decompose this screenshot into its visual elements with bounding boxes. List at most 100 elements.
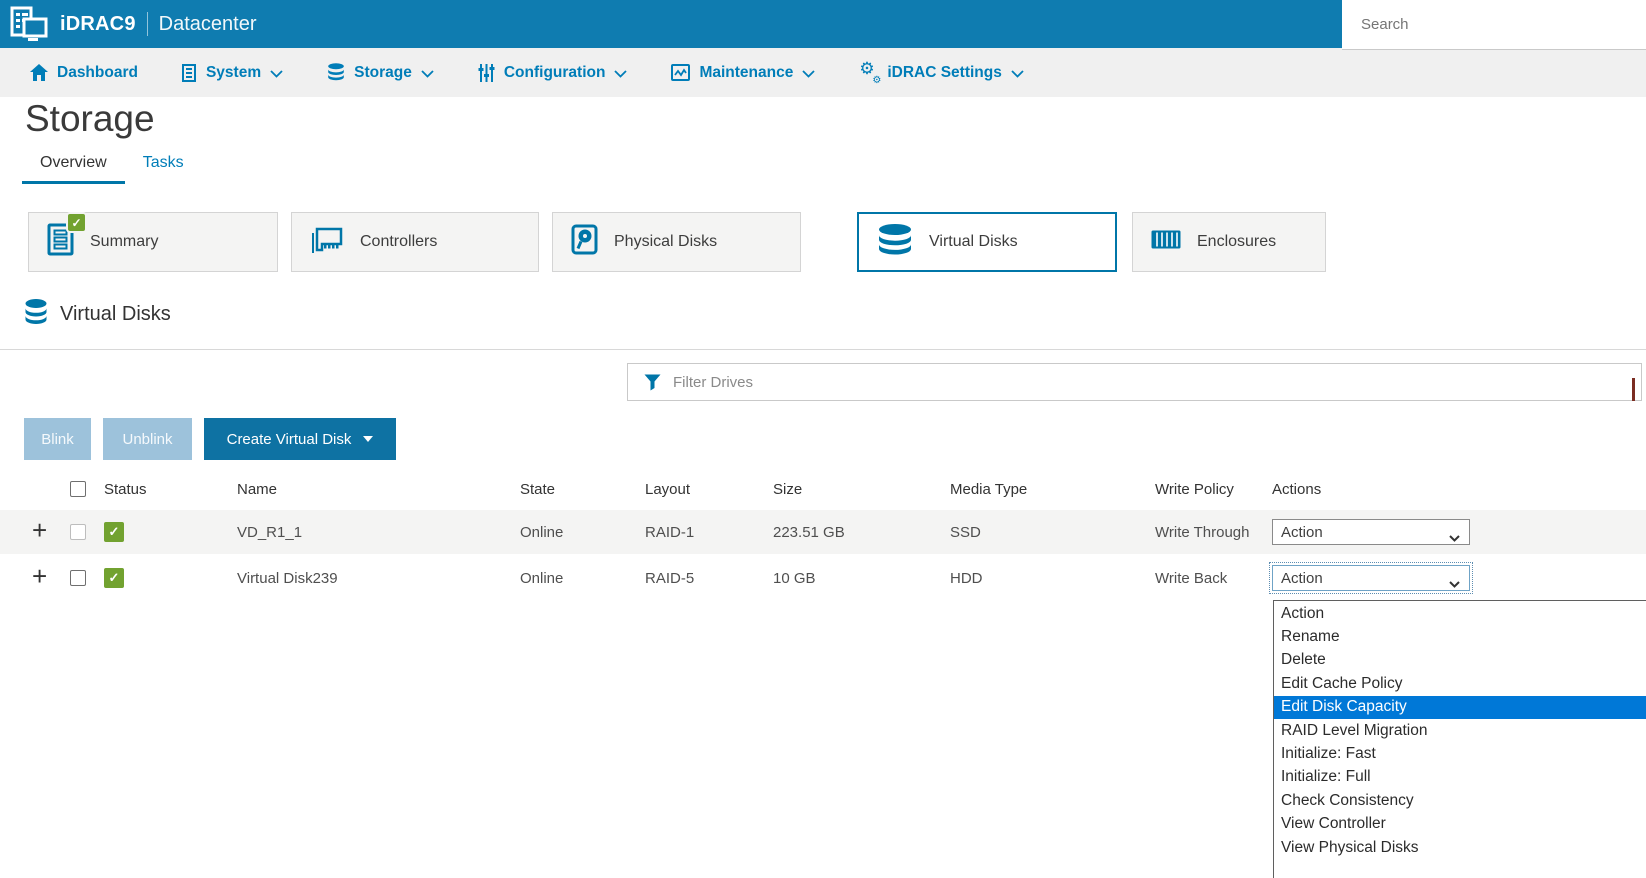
row-checkbox (70, 524, 86, 540)
tab-bar: Overview Tasks (22, 148, 202, 184)
section-divider (0, 349, 1646, 350)
status-ok-badge (104, 522, 124, 542)
system-icon (182, 64, 197, 82)
col-name: Name (237, 481, 520, 498)
nav-item-idrac-settings[interactable]: ⚙⚙ iDRAC Settings (859, 63, 1024, 82)
storage-category-cards: Summary Controllers (28, 212, 1326, 272)
menu-option-raid-level-migration[interactable]: RAID Level Migration (1274, 719, 1646, 742)
col-write-policy: Write Policy (1155, 481, 1272, 498)
product-name: iDRAC9 (60, 13, 136, 36)
chevron-down-icon (802, 70, 815, 78)
select-all-checkbox[interactable] (70, 481, 86, 497)
row-checkbox[interactable] (70, 570, 86, 586)
search-input[interactable] (1342, 0, 1646, 49)
vd-media-type: SSD (950, 524, 1155, 541)
sliders-icon (478, 64, 495, 82)
menu-option-action[interactable]: Action (1274, 602, 1646, 625)
card-physical-disks[interactable]: Physical Disks (552, 212, 801, 272)
nav-item-system[interactable]: System (182, 64, 283, 82)
col-media-type: Media Type (950, 481, 1155, 498)
physical-disk-icon (571, 224, 598, 260)
chevron-down-icon (1449, 529, 1460, 546)
col-status: Status (104, 481, 237, 498)
table-toolbar: Blink Unblink Create Virtual Disk (24, 418, 396, 460)
idrac-logo-icon (10, 6, 48, 43)
table-header: Status Name State Layout Size Media Type… (0, 468, 1646, 510)
summary-ok-badge (68, 214, 85, 231)
vd-state: Online (520, 570, 645, 587)
action-dropdown-menu: Action Rename Delete Edit Cache Policy E… (1273, 600, 1646, 878)
vd-name: VD_R1_1 (237, 524, 520, 541)
chevron-down-icon (1449, 575, 1460, 592)
vd-layout: RAID-1 (645, 524, 773, 541)
section-title: Virtual Disks (60, 303, 171, 326)
controller-card-icon (310, 227, 344, 258)
menu-option-view-physical-disks[interactable]: View Physical Disks (1274, 836, 1646, 859)
enclosure-icon (1151, 230, 1181, 254)
filter-drives-box (627, 363, 1642, 401)
vd-name: Virtual Disk239 (237, 570, 520, 587)
col-size: Size (773, 481, 950, 498)
card-summary[interactable]: Summary (28, 212, 278, 272)
chevron-down-icon (1011, 70, 1024, 78)
col-state: State (520, 481, 645, 498)
idrac-app: iDRAC9 Datacenter Dashboard System (0, 0, 1646, 878)
virtual-disks-section-icon (24, 299, 48, 330)
gears-icon: ⚙⚙ (859, 63, 878, 82)
section-header: Virtual Disks (24, 299, 171, 330)
unblink-button: Unblink (103, 418, 192, 460)
status-ok-badge (104, 568, 124, 588)
vd-media-type: HDD (950, 570, 1155, 587)
virtual-disk-icon (877, 224, 913, 261)
menu-option-edit-disk-capacity[interactable]: Edit Disk Capacity (1274, 696, 1646, 719)
caret-down-icon (363, 436, 373, 442)
blink-button: Blink (24, 418, 91, 460)
expand-row-button[interactable]: + (32, 561, 47, 591)
action-select-open[interactable]: Action (1272, 565, 1470, 591)
home-icon (30, 64, 48, 81)
text-cursor-artifact (1632, 378, 1635, 401)
vd-size: 10 GB (773, 570, 950, 587)
filter-funnel-icon (644, 374, 661, 391)
create-virtual-disk-button[interactable]: Create Virtual Disk (204, 418, 396, 460)
chevron-down-icon (614, 70, 627, 78)
chevron-down-icon (421, 70, 434, 78)
menu-option-rename[interactable]: Rename (1274, 625, 1646, 648)
expand-row-button[interactable]: + (32, 515, 47, 545)
vd-write-policy: Write Through (1155, 524, 1272, 541)
storage-icon (327, 63, 345, 82)
product-edition: Datacenter (159, 13, 257, 36)
tab-tasks[interactable]: Tasks (125, 148, 202, 184)
brand: iDRAC9 Datacenter (10, 0, 257, 48)
menu-option-edit-cache-policy[interactable]: Edit Cache Policy (1274, 672, 1646, 695)
col-layout: Layout (645, 481, 773, 498)
chevron-down-icon (270, 70, 283, 78)
filter-drives-input[interactable] (673, 364, 1641, 400)
menu-option-check-consistency[interactable]: Check Consistency (1274, 789, 1646, 812)
menu-option-initialize-fast[interactable]: Initialize: Fast (1274, 742, 1646, 765)
col-actions: Actions (1272, 481, 1646, 498)
maintenance-icon (671, 64, 690, 81)
menu-option-view-controller[interactable]: View Controller (1274, 813, 1646, 836)
nav-item-maintenance[interactable]: Maintenance (671, 64, 815, 82)
card-enclosures[interactable]: Enclosures (1132, 212, 1326, 272)
brand-divider (147, 12, 148, 36)
card-virtual-disks[interactable]: Virtual Disks (857, 212, 1117, 272)
action-select[interactable]: Action (1272, 519, 1470, 545)
card-controllers[interactable]: Controllers (291, 212, 539, 272)
vd-state: Online (520, 524, 645, 541)
page-title: Storage (25, 98, 155, 140)
vd-write-policy: Write Back (1155, 570, 1272, 587)
menu-option-initialize-full[interactable]: Initialize: Full (1274, 766, 1646, 789)
tab-overview[interactable]: Overview (22, 148, 125, 184)
nav-item-storage[interactable]: Storage (327, 63, 434, 82)
search-box (1342, 0, 1646, 50)
vd-layout: RAID-5 (645, 570, 773, 587)
top-header-bar: iDRAC9 Datacenter (0, 0, 1646, 48)
table-row: + VD_R1_1 Online RAID-1 223.51 GB SSD Wr… (0, 510, 1646, 554)
nav-item-dashboard[interactable]: Dashboard (30, 64, 138, 82)
table-row: + Virtual Disk239 Online RAID-5 10 GB HD… (0, 554, 1646, 602)
nav-item-configuration[interactable]: Configuration (478, 64, 628, 82)
menu-option-delete[interactable]: Delete (1274, 649, 1646, 672)
main-nav: Dashboard System Storage (0, 48, 1646, 97)
